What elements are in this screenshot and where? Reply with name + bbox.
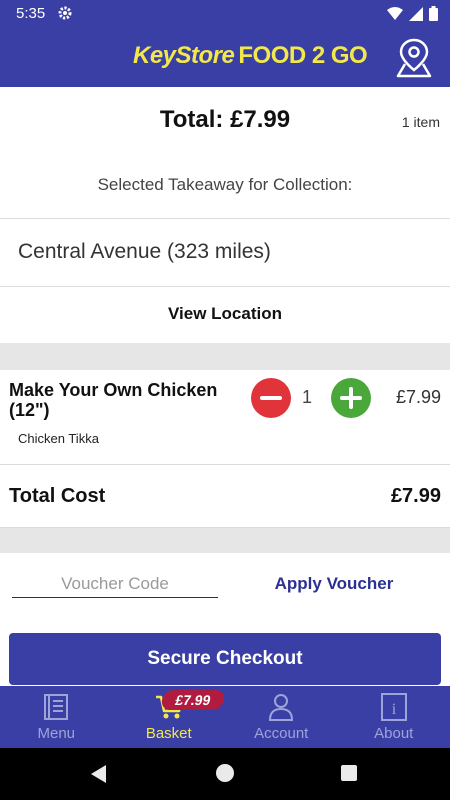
recent-apps-icon[interactable]: [341, 765, 357, 781]
total-cost-value: £7.99: [390, 485, 441, 507]
order-summary: Total: £7.99 1 item: [0, 88, 450, 150]
tab-menu[interactable]: Menu: [0, 686, 113, 748]
status-time: 5:35: [16, 5, 46, 22]
total-cost-label: Total Cost: [9, 485, 106, 507]
map-pin-icon[interactable]: [394, 36, 434, 78]
increase-quantity-button[interactable]: [331, 378, 371, 418]
divider: [0, 218, 450, 219]
item-option: Chicken Tikka: [18, 431, 99, 446]
voucher-code-input[interactable]: [12, 570, 218, 598]
person-icon: [268, 693, 294, 726]
tab-label: Menu: [37, 725, 76, 742]
basket-total-badge: £7.99: [159, 690, 226, 710]
tab-label: Account: [254, 725, 309, 742]
tab-label: Basket: [145, 725, 192, 742]
battery-icon: [429, 6, 438, 21]
order-total: Total: £7.99: [159, 106, 291, 133]
divider: [0, 286, 450, 287]
collection-label: Selected Takeaway for Collection:: [97, 175, 353, 194]
info-icon: i: [380, 693, 407, 726]
signal-icon: [409, 6, 423, 21]
settings-gear-icon: [57, 5, 73, 26]
svg-text:i: i: [392, 701, 397, 718]
home-icon[interactable]: [216, 764, 234, 782]
book-icon: [43, 693, 69, 726]
item-price: £7.99: [395, 387, 441, 407]
tab-label: About: [374, 725, 414, 742]
app-header: KeyStore FOOD 2 GO: [0, 28, 450, 87]
tab-account[interactable]: Account: [225, 686, 338, 748]
section-separator: [0, 343, 450, 370]
brand-name: KeyStore: [133, 42, 235, 69]
status-bar: 5:35: [0, 0, 450, 28]
divider: [0, 464, 450, 465]
system-nav-bar: [0, 748, 450, 800]
selected-takeaway[interactable]: Central Avenue (323 miles): [18, 240, 271, 264]
item-count: 1 item: [401, 114, 440, 130]
brand-suffix: FOOD 2 GO: [238, 42, 368, 69]
wifi-icon: [387, 6, 403, 20]
brand-logo: KeyStore FOOD 2 GO: [133, 42, 368, 70]
bottom-tab-bar: Menu £7.99 Basket Account i About: [0, 686, 450, 748]
back-icon[interactable]: [90, 764, 108, 789]
tab-about[interactable]: i About: [338, 686, 450, 748]
apply-voucher-button[interactable]: Apply Voucher: [260, 574, 408, 594]
item-quantity: 1: [302, 387, 313, 407]
decrease-quantity-button[interactable]: [251, 378, 291, 418]
secure-checkout-button[interactable]: Secure Checkout: [9, 633, 441, 685]
item-name: Make Your Own Chicken (12"): [9, 380, 218, 420]
tab-basket[interactable]: £7.99 Basket: [113, 686, 226, 748]
section-separator: [0, 528, 450, 553]
view-location-button[interactable]: View Location: [0, 304, 450, 324]
